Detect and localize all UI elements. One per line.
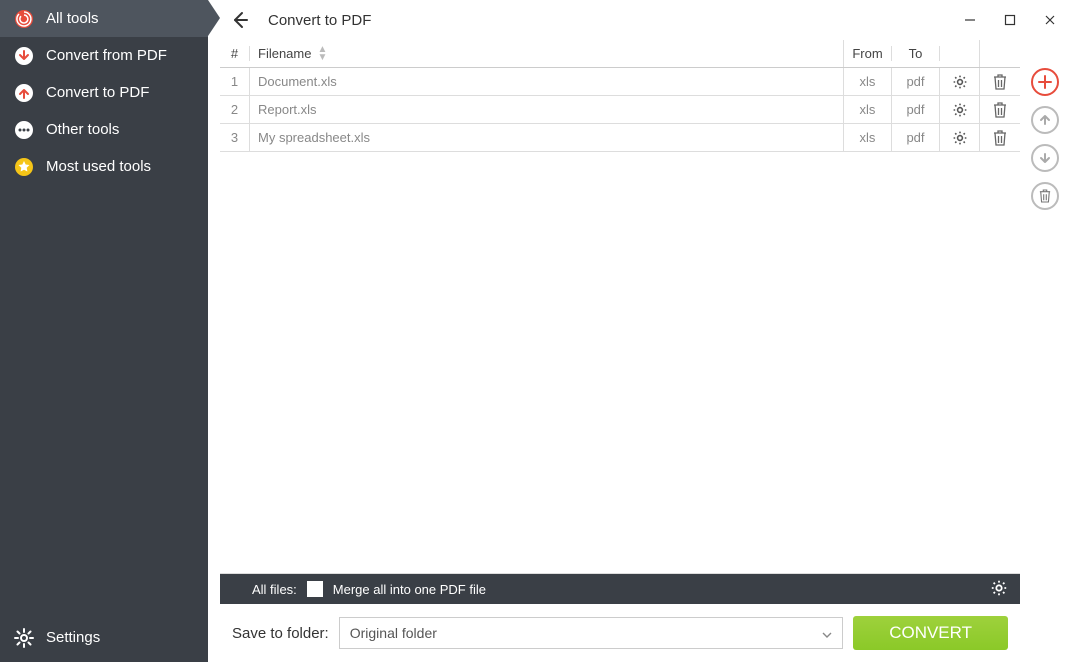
table-row[interactable]: 2 Report.xls xls pdf: [220, 96, 1020, 124]
all-files-label: All files:: [252, 582, 297, 597]
star-circle-icon: [14, 157, 34, 177]
folder-select[interactable]: Original folder: [339, 617, 843, 649]
chevron-down-icon: [822, 625, 832, 641]
move-down-button[interactable]: [1031, 144, 1059, 172]
convert-button[interactable]: CONVERT: [853, 616, 1008, 650]
sidebar-item-most-used-tools[interactable]: Most used tools: [0, 148, 208, 185]
sidebar-item-label: Convert from PDF: [46, 47, 167, 64]
arrow-down-circle-icon: [14, 46, 34, 66]
sort-icon: ▲▼: [317, 46, 327, 62]
table-row[interactable]: 3 My spreadsheet.xls xls pdf: [220, 124, 1020, 152]
spiral-icon: [14, 9, 34, 29]
arrow-up-circle-icon: [14, 83, 34, 103]
col-header-delete: [980, 40, 1020, 67]
save-to-folder-label: Save to folder:: [232, 625, 329, 642]
cell-index: 2: [220, 96, 250, 123]
row-delete-button[interactable]: [980, 68, 1020, 95]
sidebar-item-convert-to-pdf[interactable]: Convert to PDF: [0, 74, 208, 111]
delete-all-button[interactable]: [1031, 182, 1059, 210]
sidebar-item-label: Most used tools: [46, 158, 151, 175]
row-settings-button[interactable]: [940, 68, 980, 95]
side-actions: [1020, 40, 1070, 662]
close-button[interactable]: [1030, 0, 1070, 40]
table-body: 1 Document.xls xls pdf 2 Report.xls xls …: [220, 68, 1020, 574]
cell-filename: Document.xls: [250, 68, 844, 95]
col-header-index[interactable]: #: [220, 46, 250, 61]
col-header-filename[interactable]: Filename ▲▼: [250, 40, 844, 67]
cell-from: xls: [844, 124, 892, 151]
cell-from: xls: [844, 96, 892, 123]
page-title: Convert to PDF: [268, 12, 371, 29]
sidebar: All tools Convert from PDF Convert to PD…: [0, 0, 208, 662]
file-table: # Filename ▲▼ From To 1 Document.xls xls…: [208, 40, 1020, 662]
all-files-settings-button[interactable]: [990, 579, 1008, 600]
merge-checkbox[interactable]: [307, 581, 323, 597]
cell-from: xls: [844, 68, 892, 95]
add-file-button[interactable]: [1031, 68, 1059, 96]
cell-filename: Report.xls: [250, 96, 844, 123]
sidebar-item-label: Settings: [46, 629, 100, 646]
sidebar-item-label: All tools: [46, 10, 99, 27]
sidebar-item-label: Convert to PDF: [46, 84, 149, 101]
move-up-button[interactable]: [1031, 106, 1059, 134]
minimize-button[interactable]: [950, 0, 990, 40]
gear-icon: [14, 628, 34, 648]
table-row[interactable]: 1 Document.xls xls pdf: [220, 68, 1020, 96]
cell-to: pdf: [892, 68, 940, 95]
sidebar-footer: Settings: [0, 619, 208, 662]
cell-index: 3: [220, 124, 250, 151]
main: Convert to PDF # Filename ▲▼ From To: [208, 0, 1070, 662]
col-header-filename-label: Filename: [258, 46, 311, 61]
col-header-to[interactable]: To: [892, 46, 940, 61]
maximize-button[interactable]: [990, 0, 1030, 40]
col-header-config: [940, 40, 980, 67]
cell-filename: My spreadsheet.xls: [250, 124, 844, 151]
row-settings-button[interactable]: [940, 124, 980, 151]
window-controls: [950, 0, 1070, 40]
titlebar: Convert to PDF: [208, 0, 1070, 40]
all-files-bar: All files: Merge all into one PDF file: [220, 574, 1020, 604]
sidebar-item-all-tools[interactable]: All tools: [0, 0, 208, 37]
sidebar-item-convert-from-pdf[interactable]: Convert from PDF: [0, 37, 208, 74]
content: # Filename ▲▼ From To 1 Document.xls xls…: [208, 40, 1070, 662]
table-header: # Filename ▲▼ From To: [220, 40, 1020, 68]
row-settings-button[interactable]: [940, 96, 980, 123]
col-header-from[interactable]: From: [844, 46, 892, 61]
cell-to: pdf: [892, 124, 940, 151]
row-delete-button[interactable]: [980, 96, 1020, 123]
back-button[interactable]: [228, 9, 250, 31]
sidebar-nav: All tools Convert from PDF Convert to PD…: [0, 0, 208, 619]
merge-label: Merge all into one PDF file: [333, 582, 486, 597]
row-delete-button[interactable]: [980, 124, 1020, 151]
ellipsis-circle-icon: [14, 120, 34, 140]
cell-to: pdf: [892, 96, 940, 123]
sidebar-item-label: Other tools: [46, 121, 119, 138]
cell-index: 1: [220, 68, 250, 95]
folder-select-value: Original folder: [350, 625, 437, 641]
footer: Save to folder: Original folder CONVERT: [220, 604, 1020, 662]
sidebar-item-other-tools[interactable]: Other tools: [0, 111, 208, 148]
sidebar-item-settings[interactable]: Settings: [0, 619, 208, 656]
